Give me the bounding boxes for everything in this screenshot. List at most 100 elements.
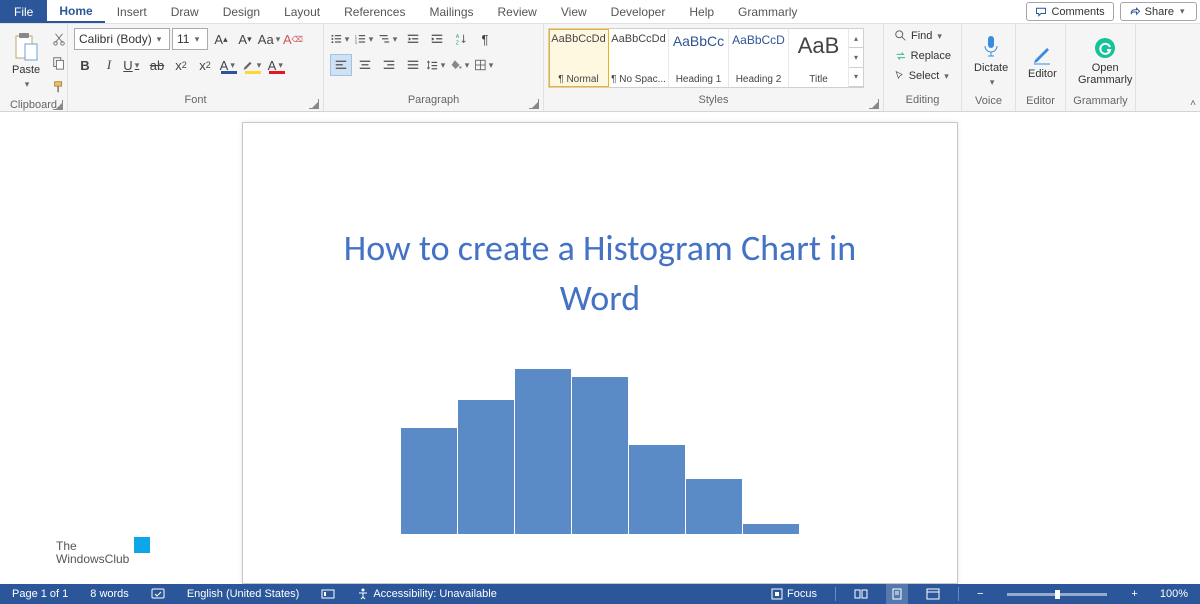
copy-button[interactable] [48, 52, 70, 74]
tab-mailings[interactable]: Mailings [417, 0, 485, 23]
find-button[interactable]: Find▾ [890, 26, 955, 46]
histogram-bar [572, 377, 628, 534]
histogram-chart [303, 354, 897, 534]
subscript-button[interactable]: x2 [170, 54, 192, 76]
tab-design[interactable]: Design [211, 0, 272, 23]
tab-developer[interactable]: Developer [599, 0, 678, 23]
read-mode-button[interactable] [850, 584, 872, 604]
histogram-bar [401, 428, 457, 534]
zoom-slider[interactable] [1007, 593, 1107, 596]
comments-button[interactable]: Comments [1026, 2, 1113, 21]
align-left-button[interactable] [330, 54, 352, 76]
superscript-button[interactable]: x2 [194, 54, 216, 76]
paste-button[interactable]: Paste ▾ [6, 28, 46, 94]
paragraph-dialog-launcher[interactable] [529, 99, 539, 109]
print-layout-button[interactable] [886, 584, 908, 604]
justify-icon [406, 58, 420, 72]
tab-grammarly[interactable]: Grammarly [726, 0, 809, 23]
page[interactable]: How to create a Histogram Chart in Word [242, 122, 958, 584]
highlight-icon [242, 58, 255, 72]
open-grammarly-button[interactable]: Open Grammarly [1072, 28, 1138, 94]
style-item-title[interactable]: AaBTitle [789, 29, 849, 87]
tab-draw[interactable]: Draw [159, 0, 211, 23]
align-right-button[interactable] [378, 54, 400, 76]
tab-review[interactable]: Review [486, 0, 549, 23]
styles-dialog-launcher[interactable] [869, 99, 879, 109]
font-dialog-launcher[interactable] [309, 99, 319, 109]
tab-help[interactable]: Help [677, 0, 726, 23]
text-effects-button[interactable]: A▾ [218, 54, 240, 76]
font-name-combo[interactable]: Calibri (Body)▾ [74, 28, 170, 50]
page-status[interactable]: Page 1 of 1 [8, 584, 72, 604]
italic-button[interactable]: I [98, 54, 120, 76]
shrink-font-button[interactable]: A▾ [234, 28, 256, 50]
tab-layout[interactable]: Layout [272, 0, 332, 23]
style-item-heading-2[interactable]: AaBbCcDHeading 2 [729, 29, 789, 87]
styles-more: ▴▾▾ [849, 29, 863, 87]
decrease-indent-button[interactable] [402, 28, 424, 50]
styles-row-down[interactable]: ▾ [849, 48, 863, 67]
styles-expand[interactable]: ▾ [849, 68, 863, 87]
line-spacing-button[interactable]: ▾ [426, 54, 448, 76]
accessibility-status[interactable]: Accessibility: Unavailable [353, 584, 501, 604]
borders-button[interactable]: ▾ [474, 54, 496, 76]
styles-row-up[interactable]: ▴ [849, 29, 863, 48]
zoom-out-button[interactable]: − [973, 584, 987, 604]
change-case-button[interactable]: Aa▾ [258, 28, 280, 50]
cut-icon [52, 32, 66, 46]
word-count[interactable]: 8 words [86, 584, 133, 604]
web-layout-button[interactable] [922, 584, 944, 604]
tab-references[interactable]: References [332, 0, 417, 23]
format-painter-button[interactable] [48, 76, 70, 98]
font-color-button[interactable]: A▾ [266, 54, 288, 76]
group-styles: AaBbCcDd¶ NormalAaBbCcDd¶ No Spac...AaBb… [544, 24, 884, 111]
sort-button[interactable]: AZ [450, 28, 472, 50]
bullets-button[interactable]: ▾ [330, 28, 352, 50]
replace-icon [894, 49, 908, 63]
multilevel-list-button[interactable]: ▾ [378, 28, 400, 50]
style-item-heading-1[interactable]: AaBbCcHeading 1 [669, 29, 729, 87]
underline-button[interactable]: U▾ [122, 54, 144, 76]
file-tab[interactable]: File [0, 0, 47, 23]
justify-button[interactable] [402, 54, 424, 76]
numbering-button[interactable]: 123▾ [354, 28, 376, 50]
svg-text:3: 3 [355, 40, 358, 45]
format-painter-icon [52, 80, 66, 94]
style-name: ¶ Normal [558, 74, 598, 85]
collapse-ribbon-button[interactable]: ˄ [1190, 98, 1196, 109]
style-item--normal[interactable]: AaBbCcDd¶ Normal [549, 29, 609, 87]
shading-button[interactable]: ▾ [450, 54, 472, 76]
clipboard-dialog-launcher[interactable] [53, 100, 63, 110]
show-hide-button[interactable]: ¶ [474, 28, 496, 50]
tab-view[interactable]: View [549, 0, 599, 23]
cut-button[interactable] [48, 28, 70, 50]
dictate-button[interactable]: Dictate▾ [968, 28, 1014, 94]
focus-button[interactable]: Focus [767, 584, 821, 604]
share-button[interactable]: Share ▾ [1120, 2, 1197, 21]
strikethrough-button[interactable]: ab [146, 54, 168, 76]
zoom-thumb[interactable] [1055, 590, 1060, 599]
editor-button[interactable]: Editor [1022, 28, 1063, 94]
bullets-icon [330, 32, 343, 46]
style-item--no-spac-[interactable]: AaBbCcDd¶ No Spac... [609, 29, 669, 87]
tab-insert[interactable]: Insert [105, 0, 159, 23]
zoom-in-button[interactable]: + [1127, 584, 1141, 604]
replace-button[interactable]: Replace [890, 46, 955, 66]
select-button[interactable]: Select▾ [890, 66, 955, 86]
tab-home[interactable]: Home [47, 0, 104, 23]
print-layout-icon [890, 588, 904, 600]
chevron-down-icon: ▾ [23, 78, 31, 90]
bold-button[interactable]: B [74, 54, 96, 76]
clear-formatting-button[interactable]: A⌫ [282, 28, 304, 50]
highlight-button[interactable]: ▾ [242, 54, 264, 76]
style-preview: AaBbCcD [732, 33, 785, 47]
zoom-value[interactable]: 100% [1156, 584, 1192, 604]
text-predictions[interactable] [317, 584, 339, 604]
spellcheck-status[interactable] [147, 584, 169, 604]
align-center-button[interactable] [354, 54, 376, 76]
language-status[interactable]: English (United States) [183, 584, 304, 604]
font-size-combo[interactable]: 11▾ [172, 28, 208, 50]
clipboard-group-label: Clipboard [0, 98, 67, 112]
grow-font-button[interactable]: A▴ [210, 28, 232, 50]
increase-indent-button[interactable] [426, 28, 448, 50]
